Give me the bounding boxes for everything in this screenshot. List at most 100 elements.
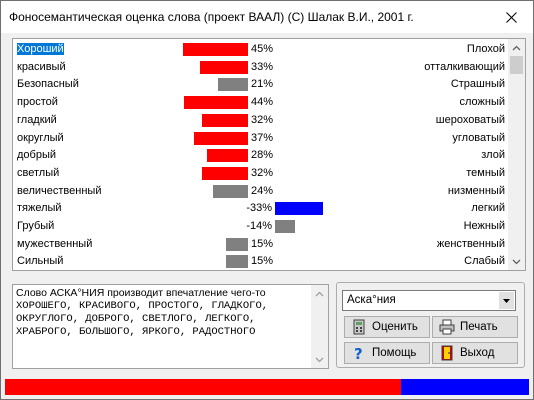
scale-row[interactable]: красивый 33% отталкивающий <box>13 59 509 77</box>
chevron-down-icon <box>512 259 521 264</box>
scale-row[interactable]: светлый 32% темный <box>13 165 509 183</box>
scale-bar <box>182 43 248 56</box>
scale-bar <box>207 149 248 163</box>
evaluate-label: Оценить <box>372 321 418 333</box>
help-button[interactable]: ? Помощь <box>344 342 430 364</box>
scroll-thumb[interactable] <box>510 56 523 74</box>
chevron-up-icon <box>315 291 324 296</box>
result-line: ОКРУГЛОГО, ДОБРОГО, СВЕТЛОГО, ЛЕГКОГО, <box>16 313 256 325</box>
chevron-down-icon <box>315 357 324 362</box>
scale-right-word: сложный <box>459 96 505 109</box>
result-line: ХОРОШЕГО, КРАСИВОГО, ПРОСТОГО, ГЛАДКОГО, <box>16 300 269 312</box>
evaluate-button[interactable]: Оценить <box>344 316 430 338</box>
scale-row[interactable]: Сильный 15% Слабый <box>13 253 509 270</box>
result-line: ХРАБРОГО, БОЛЬШОГО, ЯРКОГО, РАДОСТНОГО <box>16 326 256 338</box>
scale-right-word: низменный <box>447 184 505 197</box>
scale-right-word: темный <box>466 166 505 179</box>
result-scrollbar[interactable] <box>311 285 328 368</box>
scale-percent: 33% <box>251 60 274 73</box>
dropdown-arrow-icon <box>503 298 510 303</box>
scale-percent: 24% <box>251 184 274 197</box>
word-combobox[interactable]: Аска°ния <box>342 290 516 311</box>
scale-left-word: гладкий <box>17 113 57 126</box>
scale-bar <box>275 202 323 216</box>
scale-bar <box>213 184 248 198</box>
result-line: Слово АСКА°НИЯ производит впечатление че… <box>16 287 266 299</box>
scale-right-word: Страшный <box>450 78 505 91</box>
scale-bar <box>201 166 248 180</box>
scale-left-word: добрый <box>17 149 57 162</box>
help-label: Помощь <box>372 347 417 359</box>
scale-percent: 44% <box>251 96 274 109</box>
scale-row[interactable]: простой 44% сложный <box>13 94 509 112</box>
scroll-down-button[interactable] <box>508 253 525 270</box>
scale-row[interactable]: Грубый -14% Нежный <box>13 218 509 236</box>
exit-button[interactable]: Выход <box>432 342 518 364</box>
scale-right-word: Слабый <box>464 255 505 268</box>
door-exit-icon <box>439 345 455 361</box>
scale-left-word: Хороший <box>17 43 64 55</box>
scale-percent: 32% <box>251 166 274 179</box>
scale-bar <box>217 78 248 92</box>
close-icon <box>505 11 517 23</box>
title-bar: Фоносемантическая оценка слова (проект В… <box>1 1 533 33</box>
scale-right-word: угловатый <box>452 131 505 144</box>
scale-right-word: шероховатый <box>435 113 505 126</box>
scale-bar <box>184 96 248 110</box>
result-scroll-up[interactable] <box>311 285 328 302</box>
scale-left-word: светлый <box>17 166 60 179</box>
question-mark-icon: ? <box>351 345 367 361</box>
dropdown-button[interactable] <box>499 292 514 309</box>
scale-left-word: величественный <box>17 184 102 197</box>
print-label: Печать <box>460 321 498 333</box>
evaluation-strip-blue <box>401 379 529 395</box>
scroll-up-button[interactable] <box>508 39 525 56</box>
scale-left-word: красивый <box>17 60 66 73</box>
scale-bar <box>226 237 248 251</box>
print-button[interactable]: Печать <box>432 316 518 338</box>
scale-row[interactable]: округлый 37% угловатый <box>13 130 509 148</box>
result-text-area[interactable]: Слово АСКА°НИЯ производит впечатление че… <box>12 284 329 369</box>
scale-percent: 45% <box>251 43 274 55</box>
scale-row[interactable]: гладкий 32% шероховатый <box>13 112 509 130</box>
scale-right-word: женственный <box>436 237 505 250</box>
scale-percent: -14% <box>246 220 272 232</box>
scales-scrollbar[interactable] <box>508 39 525 270</box>
scale-right-word: злой <box>481 149 505 162</box>
scale-bar <box>226 255 248 269</box>
scale-row[interactable]: мужественный 15% женственный <box>13 236 509 254</box>
svg-text:?: ? <box>354 345 363 361</box>
scale-right-word: Нежный <box>463 220 505 232</box>
scale-bar <box>194 131 248 145</box>
scale-left-word: Безопасный <box>17 78 79 91</box>
scale-right-word: легкий <box>471 202 505 215</box>
exit-label: Выход <box>460 347 495 359</box>
scale-left-word: Сильный <box>17 255 64 268</box>
scale-row[interactable]: Хороший 45% Плохой <box>13 41 509 59</box>
scale-percent: 28% <box>251 149 274 162</box>
scale-bar <box>201 113 248 127</box>
evaluation-strip-red <box>5 379 401 395</box>
result-scroll-down[interactable] <box>311 351 328 368</box>
scale-row[interactable]: добрый 28% злой <box>13 147 509 165</box>
scale-right-word: отталкивающий <box>424 60 505 73</box>
scale-bar <box>275 220 296 233</box>
scale-left-word: Грубый <box>17 220 55 232</box>
scale-row[interactable]: величественный 24% низменный <box>13 183 509 201</box>
scale-percent: 32% <box>251 113 274 126</box>
scale-bar <box>200 60 248 74</box>
scale-right-word: Плохой <box>466 43 505 55</box>
chevron-up-icon <box>512 45 521 50</box>
scale-percent: -33% <box>246 202 272 215</box>
word-value: Аска°ния <box>347 294 396 306</box>
close-button[interactable] <box>489 1 533 33</box>
scale-row[interactable]: тяжелый -33% легкий <box>13 200 509 218</box>
scale-left-word: простой <box>17 96 58 109</box>
scale-row[interactable]: Безопасный 21% Страшный <box>13 76 509 94</box>
scale-percent: 37% <box>251 131 274 144</box>
scales-list[interactable]: Хороший 45% Плохой красивый 33% отталкивающий… <box>12 38 526 271</box>
printer-icon <box>439 319 455 335</box>
scale-percent: 21% <box>251 78 274 91</box>
scale-left-word: округлый <box>17 131 64 144</box>
scale-left-word: тяжелый <box>17 202 62 215</box>
